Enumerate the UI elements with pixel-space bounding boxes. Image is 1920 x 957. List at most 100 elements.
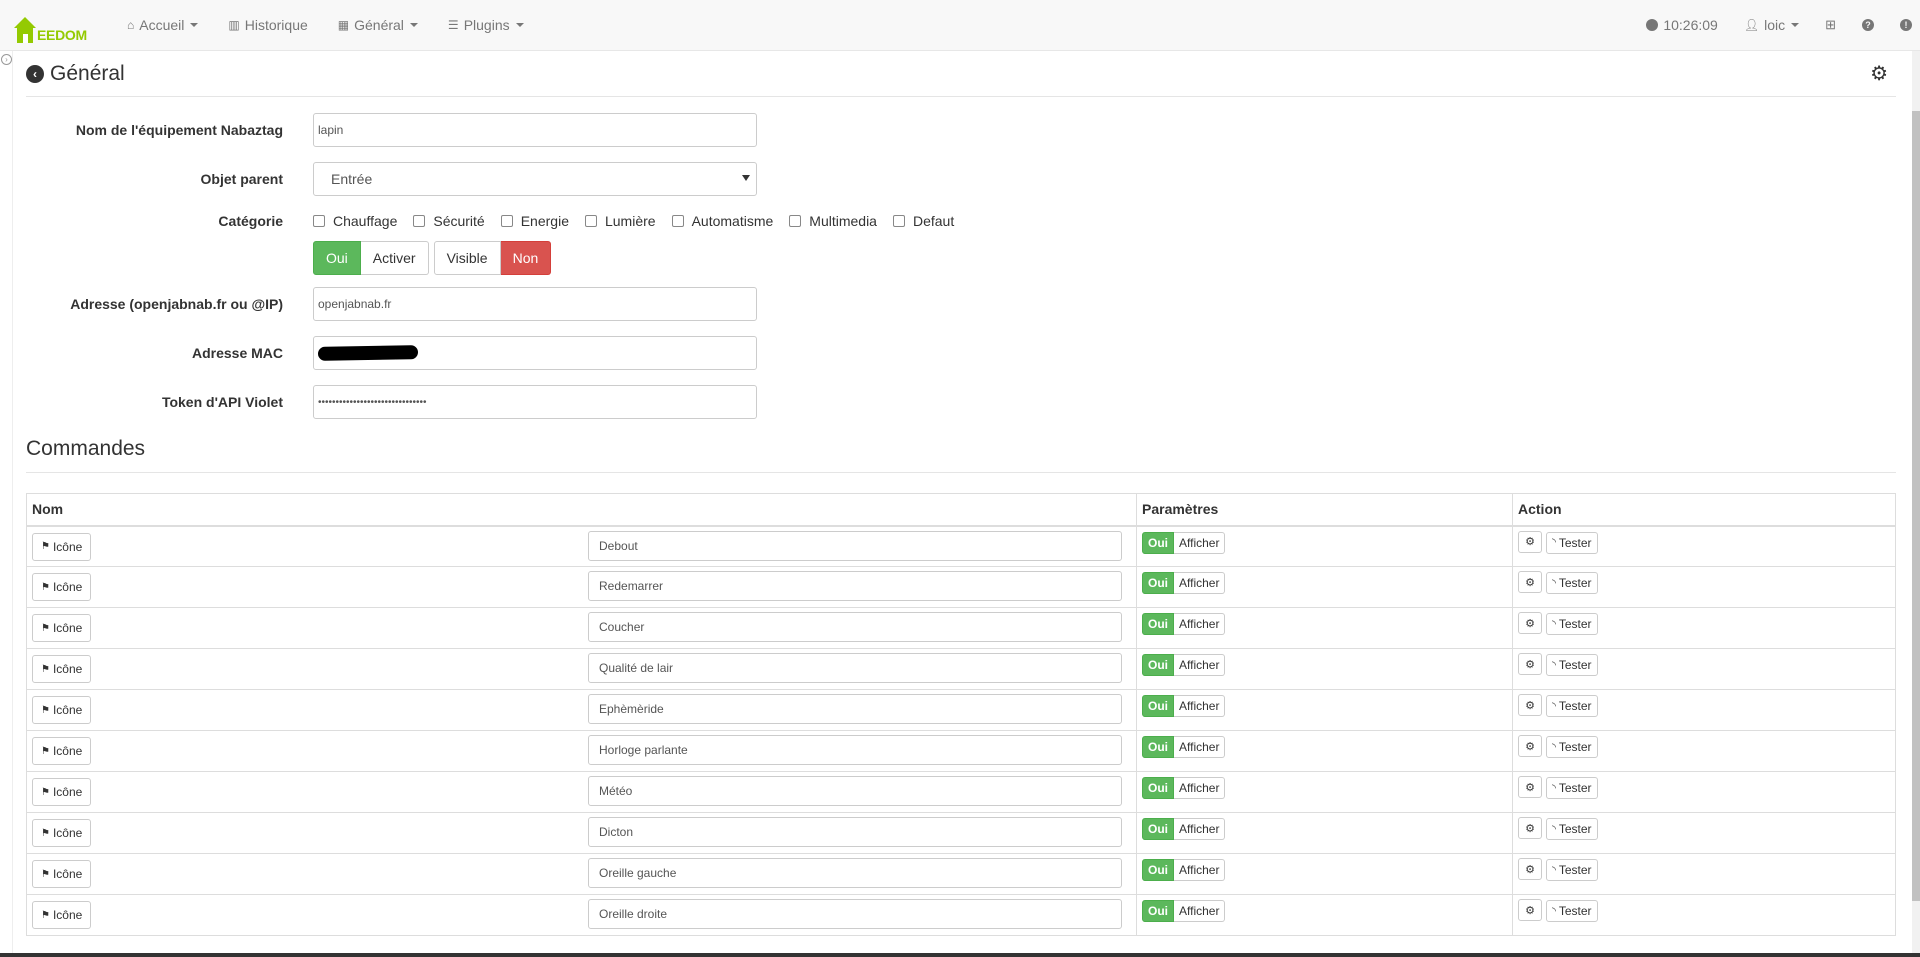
choose-icon-button[interactable]: ⚑ Icône [32,532,92,561]
visible-off-button[interactable]: Non [500,241,552,275]
nav-item-accueil[interactable]: ⌂ Accueil [112,0,213,51]
activate-label-button[interactable]: Activer [360,241,429,275]
display-on-button[interactable]: Oui [1142,859,1174,881]
display-label-button[interactable]: Afficher [1174,572,1226,594]
display-label-button[interactable]: Afficher [1174,900,1226,922]
address-input[interactable]: openjabnab.fr [313,287,757,321]
choose-icon-button[interactable]: ⚑ Icône [32,573,92,601]
checkbox[interactable] [500,215,513,227]
display-toggle[interactable]: Oui Afficher [1142,900,1226,922]
cmd-name-input[interactable]: Oreille droite [588,899,1122,929]
display-toggle[interactable]: Oui Afficher [1142,859,1226,881]
test-button[interactable]: ◝ Tester [1546,654,1598,676]
cmd-config-button[interactable]: ⚙ [1518,858,1542,880]
display-label-button[interactable]: Afficher [1174,818,1226,840]
visible-toggle[interactable]: Visible Non [433,241,552,275]
choose-icon-button[interactable]: ⚑ Icône [32,737,92,765]
display-label-button[interactable]: Afficher [1174,777,1226,799]
test-button[interactable]: ◝ Tester [1546,859,1598,881]
test-button[interactable]: ◝ Tester [1546,777,1598,799]
display-on-button[interactable]: Oui [1142,736,1174,758]
checkbox[interactable] [313,215,325,227]
help-button[interactable]: ? [1849,0,1887,51]
cmd-name-input[interactable]: Ephèmèride [588,694,1122,724]
display-on-button[interactable]: Oui [1142,531,1174,554]
cmd-name-input[interactable]: Debout [588,530,1122,561]
display-on-button[interactable]: Oui [1142,613,1174,635]
test-button[interactable]: ◝ Tester [1546,695,1598,717]
cmd-name-input[interactable]: Météo [588,776,1122,806]
cmd-name-input[interactable]: Oreille gauche [588,858,1122,888]
display-toggle[interactable]: Oui Afficher [1142,777,1226,799]
back-arrow-icon[interactable]: ‹ [26,64,44,83]
choose-icon-button[interactable]: ⚑ Icône [32,614,92,642]
cmd-config-button[interactable]: ⚙ [1518,530,1542,553]
parent-select[interactable]: Entrée [313,162,757,196]
jeedom-logo[interactable]: EEDOM [14,7,94,43]
category-lumière[interactable]: Lumière [584,213,656,229]
display-on-button[interactable]: Oui [1142,818,1174,840]
category-automatisme[interactable]: Automatisme [671,213,773,229]
category-defaut[interactable]: Defaut [892,213,954,229]
checkbox[interactable] [413,215,426,227]
user-menu[interactable]: 👤︎ loic [1731,0,1812,51]
cmd-name-input[interactable]: Redemarrer [588,571,1122,601]
display-toggle[interactable]: Oui Afficher [1142,736,1226,758]
mac-input[interactable] [313,336,757,370]
cmd-config-button[interactable]: ⚙ [1518,694,1542,716]
test-button[interactable]: ◝ Tester [1546,572,1598,594]
cmd-config-button[interactable]: ⚙ [1518,776,1542,798]
cmd-name-input[interactable]: Coucher [588,612,1122,642]
display-label-button[interactable]: Afficher [1174,531,1226,554]
test-button[interactable]: ◝ Tester [1546,900,1598,922]
cmd-config-button[interactable]: ⚙ [1518,817,1542,839]
scrollbar[interactable] [1912,51,1920,957]
checkbox[interactable] [584,215,597,227]
display-on-button[interactable]: Oui [1142,654,1174,676]
display-on-button[interactable]: Oui [1142,572,1174,594]
scrollbar-thumb[interactable] [1912,111,1920,901]
test-button[interactable]: ◝ Tester [1546,736,1598,758]
cmd-name-input[interactable]: Qualité de lair [588,653,1122,683]
display-on-button[interactable]: Oui [1142,900,1174,922]
cmd-name-input[interactable]: Dicton [588,817,1122,847]
cmd-name-input[interactable]: Horloge parlante [588,735,1122,765]
choose-icon-button[interactable]: ⚑ Icône [32,778,92,806]
choose-icon-button[interactable]: ⚑ Icône [32,696,92,724]
choose-icon-button[interactable]: ⚑ Icône [32,819,92,847]
visible-label-button[interactable]: Visible [433,241,501,275]
display-label-button[interactable]: Afficher [1174,654,1226,676]
nav-item-plugins[interactable]: ☰ Plugins [433,0,539,51]
display-toggle[interactable]: Oui Afficher [1142,613,1226,635]
checkbox[interactable] [671,215,684,227]
cmd-config-button[interactable]: ⚙ [1518,571,1542,593]
display-label-button[interactable]: Afficher [1174,695,1226,717]
choose-icon-button[interactable]: ⚑ Icône [32,860,92,888]
display-toggle[interactable]: Oui Afficher [1142,654,1226,676]
checkbox[interactable] [789,215,802,227]
choose-icon-button[interactable]: ⚑ Icône [32,655,92,683]
test-button[interactable]: ◝ Tester [1546,613,1598,635]
sitemap-button[interactable]: ⊞ [1812,0,1849,51]
category-sécurité[interactable]: Sécurité [413,213,485,229]
collapse-sidebar-icon[interactable]: › [1,54,12,65]
nav-item-général[interactable]: ▦ Général [323,0,433,51]
activate-toggle[interactable]: Oui Activer [313,241,429,275]
display-label-button[interactable]: Afficher [1174,736,1226,758]
token-input[interactable]: ••••••••••••••••••••••••••••••• [313,385,757,419]
category-chauffage[interactable]: Chauffage [313,213,397,229]
display-toggle[interactable]: Oui Afficher [1142,531,1226,554]
cmd-config-button[interactable]: ⚙ [1518,612,1542,634]
choose-icon-button[interactable]: ⚑ Icône [32,901,92,929]
display-on-button[interactable]: Oui [1142,777,1174,799]
display-label-button[interactable]: Afficher [1174,613,1226,635]
activate-on-button[interactable]: Oui [313,241,361,275]
name-input[interactable]: lapin [313,113,757,147]
checkbox[interactable] [892,215,905,227]
cmd-config-button[interactable]: ⚙ [1518,653,1542,675]
display-label-button[interactable]: Afficher [1174,859,1226,881]
nav-item-historique[interactable]: ▥ Historique [213,0,322,51]
display-on-button[interactable]: Oui [1142,695,1174,717]
category-multimedia[interactable]: Multimedia [789,213,877,229]
category-energie[interactable]: Energie [500,213,569,229]
